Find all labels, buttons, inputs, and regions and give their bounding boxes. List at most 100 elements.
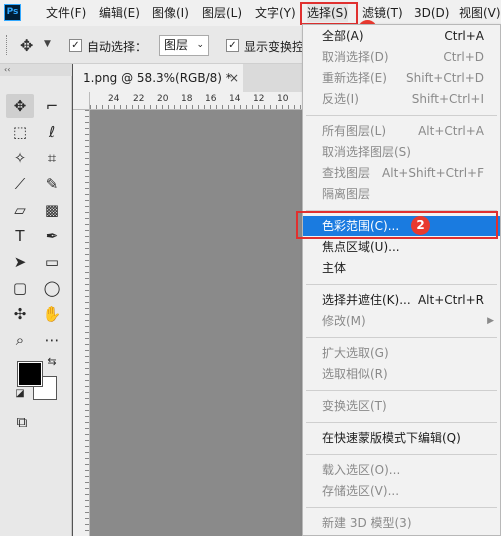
select-menu-dropdown: 全部(A) Ctrl+A 取消选择(D) Ctrl+D 重新选择(E) Shif… [302, 24, 501, 536]
options-grip[interactable] [6, 35, 9, 55]
menu-item-modify[interactable]: 修改(M) ▶ [303, 311, 500, 331]
menu-item-label: 取消选择(D) [322, 50, 389, 64]
menu-item-label: 选择并遮住(K)... [322, 293, 411, 307]
document-tab[interactable]: 1.png @ 58.3%(RGB/8) * × [73, 64, 243, 92]
auto-select-target-select[interactable]: 图层 ⌄ [159, 35, 209, 56]
ellipse-tool-icon[interactable]: ◯ [38, 276, 66, 300]
menu-item-reselect[interactable]: 重新选择(E) Shift+Ctrl+D [303, 68, 500, 88]
menu-item-grow[interactable]: 扩大选取(G) [303, 343, 500, 363]
menu-item-shortcut: Ctrl+A [444, 29, 484, 43]
menu-item-shortcut: Ctrl+D [443, 50, 484, 64]
ruler-tick-label: 24 [108, 94, 120, 104]
menu-item-deselect-layers[interactable]: 取消选择图层(S) [303, 142, 500, 162]
menu-separator [306, 337, 497, 338]
marquee-tool-icon[interactable]: ⬚ [6, 120, 34, 144]
menu-item-load-selection[interactable]: 载入选区(O)... [303, 460, 500, 480]
ruler-tick-label: 14 [229, 94, 241, 104]
menu-separator [306, 284, 497, 285]
tools-panel: ‹‹ ✥ ⌐ ⬚ ℓ ✧ ⌗ ⟋ ✎ ▱ ▩ T ✒ ➤ ▭ ▢ ◯ ✣ ✋ ⌕… [0, 64, 72, 536]
menu-item-select-and-mask[interactable]: 选择并遮住(K)... Alt+Ctrl+R [303, 290, 500, 310]
menu-item-label: 变换选区(T) [322, 399, 387, 413]
chevron-down-icon[interactable]: ▼ [44, 39, 51, 49]
tools-panel-header[interactable]: ‹‹ [0, 64, 72, 76]
menu-item-all-layers[interactable]: 所有图层(L) Alt+Ctrl+A [303, 121, 500, 141]
menu-item-isolate-layers[interactable]: 隔离图层 [303, 184, 500, 204]
gradient-tool-icon[interactable]: ▩ [38, 198, 66, 222]
swap-colors-icon[interactable]: ⇆ [44, 354, 60, 370]
menu-bar: Ps 文件(F) 编辑(E) 图像(I) 图层(L) 文字(Y) 选择(S) 滤… [0, 0, 501, 26]
menu-type[interactable]: 文字(Y) [255, 4, 296, 22]
menu-item-label: 修改(M) [322, 314, 366, 328]
ruler-tick-label: 20 [157, 94, 169, 104]
menu-image[interactable]: 图像(I) [152, 4, 189, 22]
menu-item-focus-area[interactable]: 焦点区域(U)... [303, 237, 500, 257]
vertical-ruler[interactable] [73, 110, 90, 536]
ruler-tick-label: 16 [205, 94, 217, 104]
menu-item-shortcut: Shift+Ctrl+D [406, 71, 484, 85]
ruler-tick-label: 18 [181, 94, 193, 104]
show-transform-checkbox[interactable]: ✓ [226, 39, 239, 52]
magic-wand-tool-icon[interactable]: ✧ [6, 146, 34, 170]
menu-item-shortcut: Alt+Ctrl+A [418, 124, 484, 138]
menu-edit[interactable]: 编辑(E) [99, 4, 140, 22]
menu-item-label: 在快速蒙版模式下编辑(Q) [322, 431, 461, 445]
hand-tool-icon[interactable]: ✋ [38, 302, 66, 326]
menu-item-label: 查找图层 [322, 166, 371, 180]
menu-item-similar[interactable]: 选取相似(R) [303, 364, 500, 384]
ruler-tick-label: 22 [133, 94, 145, 104]
brush-tool-icon[interactable]: ✎ [38, 172, 66, 196]
menu-layer[interactable]: 图层(L) [202, 4, 242, 22]
menu-item-find-layers[interactable]: 查找图层 Alt+Shift+Ctrl+F [303, 163, 500, 183]
menu-item-inverse[interactable]: 反选(I) Shift+Ctrl+I [303, 89, 500, 109]
more-tools-icon[interactable]: ⋯ [38, 328, 66, 352]
default-colors-icon[interactable]: ◪ [12, 386, 28, 402]
menu-item-transform-selection[interactable]: 变换选区(T) [303, 396, 500, 416]
menu-item-select-all[interactable]: 全部(A) Ctrl+A [303, 26, 500, 46]
menu-item-subject[interactable]: 主体 [303, 258, 500, 278]
lasso-tool-icon[interactable]: ℓ [38, 120, 66, 144]
rectangle-tool-icon[interactable]: ▭ [38, 250, 66, 274]
menu-item-label: 焦点区域(U)... [322, 240, 400, 254]
pen-tool-icon[interactable]: ✒ [38, 224, 66, 248]
foreground-color-swatch[interactable] [18, 362, 42, 386]
menu-item-deselect[interactable]: 取消选择(D) Ctrl+D [303, 47, 500, 67]
eyedropper-tool-icon[interactable]: ⟋ [6, 172, 34, 196]
menu-view[interactable]: 视图(V) [459, 4, 501, 22]
zoom-tool-icon[interactable]: ⌕ [6, 328, 34, 352]
select-menu-annotation-box [300, 2, 358, 25]
artboard-tool-icon[interactable]: ⌐ [38, 94, 66, 118]
menu-separator [306, 454, 497, 455]
menu-item-label: 隔离图层 [322, 187, 371, 201]
ruler-origin[interactable] [73, 92, 90, 110]
menu-item-label: 所有图层(L) [322, 124, 387, 138]
crop-tool-icon[interactable]: ⌗ [38, 146, 66, 170]
menu-item-save-selection[interactable]: 存储选区(V)... [303, 481, 500, 501]
menu-item-label: 取消选择图层(S) [322, 145, 411, 159]
menu-item-label: 载入选区(O)... [322, 463, 401, 477]
rounded-rectangle-tool-icon[interactable]: ▢ [6, 276, 34, 300]
custom-shape-tool-icon[interactable]: ✣ [6, 302, 34, 326]
menu-item-new-3d-model[interactable]: 新建 3D 模型(3) [303, 513, 500, 533]
menu-3d[interactable]: 3D(D) [414, 4, 449, 22]
menu-separator [306, 115, 497, 116]
path-selection-tool-icon[interactable]: ➤ [6, 250, 34, 274]
step-badge-2: 2 [411, 216, 430, 235]
move-tool-icon[interactable]: ✥ [20, 36, 33, 55]
chevron-right-icon: ▶ [487, 316, 494, 326]
menu-item-quick-mask[interactable]: 在快速蒙版模式下编辑(Q) [303, 428, 500, 448]
photoshop-logo: Ps [4, 4, 21, 21]
color-range-annotation-box [296, 211, 498, 239]
auto-select-checkbox[interactable]: ✓ [69, 39, 82, 52]
close-icon[interactable]: × [229, 64, 239, 92]
menu-item-label: 扩大选取(G) [322, 346, 389, 360]
quick-mask-icon[interactable]: ⧉ [8, 410, 36, 434]
type-tool-icon[interactable]: T [6, 224, 34, 248]
menu-file[interactable]: 文件(F) [46, 4, 86, 22]
eraser-tool-icon[interactable]: ▱ [6, 198, 34, 222]
menu-item-label: 新建 3D 模型(3) [322, 516, 412, 530]
menu-separator [306, 422, 497, 423]
menu-item-label: 选取相似(R) [322, 367, 388, 381]
move-tool-icon[interactable]: ✥ [6, 94, 34, 118]
document-tab-title: 1.png @ 58.3%(RGB/8) * [83, 71, 232, 85]
menu-separator [306, 390, 497, 391]
